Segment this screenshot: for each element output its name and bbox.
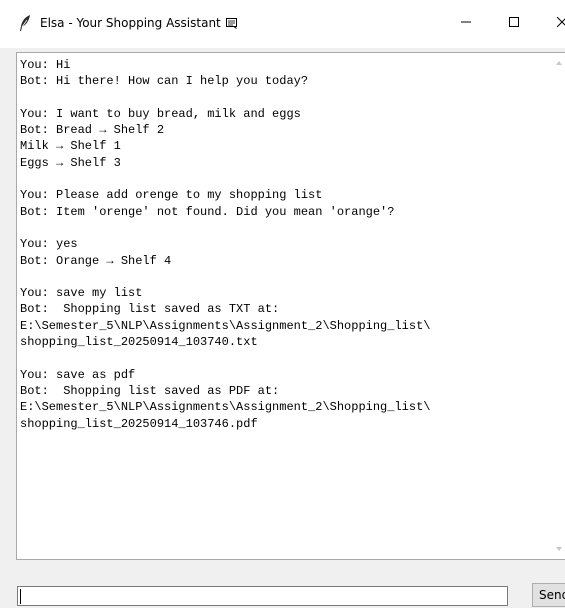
scroll-down-arrow-icon[interactable] bbox=[556, 547, 562, 551]
chat-line bbox=[20, 90, 555, 106]
chat-line bbox=[20, 269, 555, 285]
app-window: Elsa - Your Shopping Assistant You: Hi B… bbox=[0, 0, 565, 608]
close-button[interactable] bbox=[542, 8, 565, 36]
feather-icon bbox=[20, 15, 30, 31]
chat-line: You: Hi bbox=[20, 58, 71, 72]
chat-line: Bot: Item 'orenge' not found. Did you me… bbox=[20, 204, 395, 219]
scroll-icon bbox=[225, 18, 237, 29]
chat-history-panel[interactable]: You: Hi Bot: Hi there! How can I help you… bbox=[16, 52, 565, 560]
chat-line bbox=[20, 350, 555, 366]
chat-scrollbar[interactable] bbox=[553, 53, 565, 559]
minimize-icon bbox=[461, 21, 471, 23]
chat-line: shopping_list_20250914_103740.txt bbox=[20, 335, 258, 350]
chat-line: You: save as pdf bbox=[20, 367, 136, 382]
chat-line bbox=[20, 220, 555, 236]
chat-line: Eggs → Shelf 3 bbox=[20, 155, 121, 170]
chat-line: E:\Semester_5\NLP\Assignments\Assignment… bbox=[20, 400, 431, 415]
close-icon bbox=[557, 17, 565, 27]
text-caret bbox=[20, 589, 21, 604]
chat-line: Bot: Shopping list saved as TXT at: bbox=[20, 302, 280, 317]
scroll-up-arrow-icon[interactable] bbox=[556, 61, 562, 65]
window-title: Elsa - Your Shopping Assistant bbox=[40, 16, 238, 30]
chat-line: E:\Semester_5\NLP\Assignments\Assignment… bbox=[20, 318, 431, 333]
chat-log: You: Hi Bot: Hi there! How can I help you… bbox=[20, 57, 555, 557]
message-input[interactable] bbox=[17, 586, 508, 606]
chat-line: You: save my list bbox=[20, 286, 143, 301]
maximize-button[interactable] bbox=[494, 8, 534, 36]
chat-line: You: yes bbox=[20, 237, 78, 252]
chat-line: Bot: Orange → Shelf 4 bbox=[20, 253, 172, 268]
chat-line: You: I want to buy bread, milk and eggs bbox=[20, 106, 301, 121]
send-button[interactable]: Send bbox=[532, 583, 565, 607]
chat-line: Bot: Hi there! How can I help you today? bbox=[20, 74, 309, 89]
chat-line: shopping_list_20250914_103746.pdf bbox=[20, 416, 258, 431]
title-bar[interactable]: Elsa - Your Shopping Assistant bbox=[0, 0, 565, 48]
chat-line: You: Please add orenge to my shopping li… bbox=[20, 188, 323, 203]
chat-line: Bot: Bread → Shelf 2 bbox=[20, 123, 165, 138]
chat-line: Bot: Shopping list saved as PDF at: bbox=[20, 383, 280, 398]
input-row: Send bbox=[0, 578, 565, 608]
maximize-icon bbox=[509, 17, 519, 27]
window-title-text: Elsa - Your Shopping Assistant bbox=[40, 16, 221, 30]
chat-line: Milk → Shelf 1 bbox=[20, 139, 121, 154]
minimize-button[interactable] bbox=[446, 8, 486, 36]
chat-line bbox=[20, 171, 555, 187]
